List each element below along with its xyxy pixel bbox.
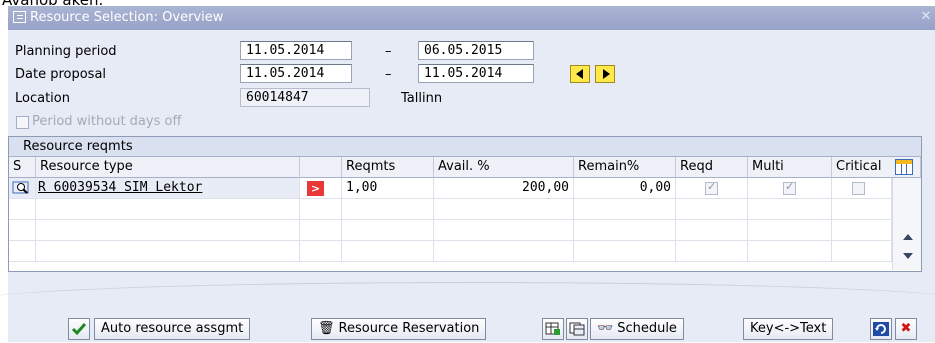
resource-selection-dialog: Resource Selection: Overview ✕ Planning … (0, 6, 935, 342)
title-bar: Resource Selection: Overview ✕ (8, 6, 935, 30)
close-icon[interactable]: ✕ (919, 9, 933, 25)
resource-requirements-grid: Resource reqmts S Resource type Reqmts A… (8, 136, 922, 272)
expand-details-icon[interactable]: > (307, 181, 324, 196)
grid-title: Resource reqmts (9, 137, 921, 157)
column-header-action[interactable] (300, 157, 342, 178)
date-proposal-to-field[interactable]: 11.05.2014 (418, 64, 534, 83)
empty-row-cell (300, 241, 342, 262)
empty-row-cell (300, 199, 342, 220)
period-without-days-off-label: Period without days off (32, 114, 182, 129)
table-copy-icon (569, 322, 585, 336)
column-header-remain[interactable]: Remain% (574, 157, 676, 178)
row-avail[interactable]: 200,00 (434, 178, 574, 199)
resource-reservation-label: Resource Reservation (338, 321, 480, 336)
key-text-toggle-button[interactable]: Key<->Text (743, 318, 834, 340)
column-settings-icon[interactable] (895, 159, 913, 175)
empty-row-cell (676, 199, 748, 220)
empty-row-cell (36, 199, 300, 220)
empty-row-cell (676, 241, 748, 262)
column-header-resource-type[interactable]: Resource type (36, 157, 300, 178)
copy-entry-button[interactable] (566, 318, 588, 340)
column-header-multi[interactable]: Multi (748, 157, 832, 178)
date-proposal-separator: – (385, 67, 392, 82)
create-entry-button[interactable] (542, 318, 564, 340)
location-name: Tallinn (401, 91, 443, 106)
next-period-button[interactable] (595, 65, 615, 83)
row-multi-cell (748, 178, 832, 199)
empty-row-cell (434, 220, 574, 241)
row-action-cell: > (300, 178, 342, 199)
column-header-s[interactable]: S (9, 157, 36, 178)
window-icon (13, 11, 26, 23)
empty-row-cell (832, 241, 892, 262)
empty-row-cell (342, 220, 434, 241)
row-critical-cell (832, 178, 892, 199)
critical-checkbox[interactable] (852, 182, 865, 195)
row-remain[interactable]: 0,00 (574, 178, 676, 199)
schedule-label: Schedule (617, 321, 677, 336)
empty-row-cell (342, 199, 434, 220)
resource-reservation-button[interactable]: 🗑 Resource Reservation (311, 318, 487, 340)
empty-row-cell (832, 199, 892, 220)
checkmark-icon (71, 323, 87, 336)
date-proposal-from-field[interactable]: 11.05.2014 (240, 64, 352, 83)
reqd-checkbox[interactable] (705, 180, 718, 195)
empty-row-cell (748, 199, 832, 220)
row-selector[interactable] (9, 178, 36, 199)
empty-row-cell (434, 241, 574, 262)
planning-period-from-field[interactable]: 11.05.2014 (240, 41, 352, 60)
empty-row-cell (748, 220, 832, 241)
empty-row-cell (574, 241, 676, 262)
empty-row-cell (676, 220, 748, 241)
planning-period-to-field[interactable]: 06.05.2015 (418, 41, 534, 60)
empty-row-cell (9, 241, 36, 262)
grid-scrollbar[interactable] (892, 178, 921, 270)
refresh-icon (873, 322, 889, 336)
glasses-icon: 👓 (597, 321, 614, 336)
empty-row-cell (36, 241, 300, 262)
empty-row-cell (748, 241, 832, 262)
planning-period-label: Planning period (15, 44, 117, 59)
planning-period-separator: – (385, 44, 392, 59)
empty-row-cell (36, 220, 300, 241)
scroll-up-icon[interactable] (903, 234, 913, 240)
empty-row-cell (832, 220, 892, 241)
column-header-avail[interactable]: Avail. % (434, 157, 574, 178)
refresh-button[interactable] (870, 318, 892, 340)
cancel-button[interactable]: ✖ (895, 318, 917, 340)
row-reqmts[interactable]: 1,00 (342, 178, 434, 199)
empty-row-cell (434, 199, 574, 220)
empty-row-cell (574, 199, 676, 220)
cancel-icon: ✖ (900, 321, 912, 336)
scroll-down-icon[interactable] (903, 253, 913, 259)
resource-lookup-icon (12, 181, 29, 194)
empty-row-cell (9, 199, 36, 220)
previous-period-button[interactable] (570, 65, 590, 83)
column-header-reqd[interactable]: Reqd (676, 157, 748, 178)
auto-resource-assignment-button[interactable]: Auto resource assgmt (94, 318, 251, 340)
schedule-button[interactable]: 👓 Schedule (590, 318, 684, 340)
period-without-days-off-checkbox[interactable] (16, 116, 29, 129)
location-code-field[interactable]: 60014847 (240, 88, 370, 107)
trash-icon: 🗑 (318, 321, 335, 336)
empty-row-cell (9, 220, 36, 241)
resource-type-link[interactable]: R 60039534 SIM Lektor (38, 180, 202, 195)
empty-row-cell (342, 241, 434, 262)
row-reqd-cell (676, 178, 748, 199)
empty-row-cell (300, 220, 342, 241)
empty-row-cell (574, 220, 676, 241)
window-title: Resource Selection: Overview (30, 10, 224, 25)
footer-divider (0, 282, 935, 322)
table-row-resource-type[interactable]: R 60039534 SIM Lektor (36, 178, 300, 199)
column-header-reqmts[interactable]: Reqmts (342, 157, 434, 178)
date-proposal-label: Date proposal (15, 67, 107, 82)
multi-checkbox[interactable] (783, 180, 796, 195)
table-add-icon (545, 322, 560, 335)
location-label: Location (15, 91, 70, 106)
confirm-button[interactable] (68, 318, 90, 340)
